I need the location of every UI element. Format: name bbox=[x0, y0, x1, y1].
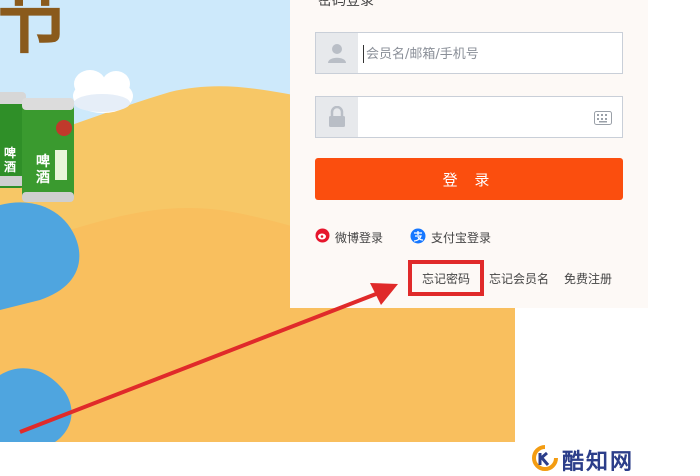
lock-icon bbox=[316, 97, 358, 137]
alipay-login-label: 支付宝登录 bbox=[431, 231, 492, 245]
login-button[interactable]: 登 录 bbox=[315, 158, 623, 200]
highlight-box bbox=[408, 260, 484, 296]
weibo-login-link[interactable]: 微博登录 bbox=[315, 228, 383, 246]
password-input[interactable] bbox=[364, 103, 608, 133]
festival-title: 节 bbox=[0, 0, 70, 64]
login-title: 密码登录 bbox=[318, 0, 374, 9]
alipay-login-link[interactable]: 支付宝登录 bbox=[410, 228, 491, 247]
register-link[interactable]: 免费注册 bbox=[564, 270, 612, 287]
watermark-logo-icon bbox=[532, 445, 558, 475]
keyboard-icon[interactable] bbox=[594, 110, 612, 129]
can-label: 啤酒 bbox=[4, 146, 17, 174]
watermark-text: 酷知网 bbox=[562, 449, 635, 475]
weibo-icon bbox=[315, 228, 330, 246]
weibo-login-label: 微博登录 bbox=[335, 230, 384, 245]
username-field[interactable] bbox=[315, 32, 623, 74]
user-icon bbox=[316, 33, 358, 73]
can-label: 啤酒 bbox=[36, 154, 50, 186]
cloud-icon bbox=[73, 70, 133, 113]
password-field[interactable] bbox=[315, 96, 623, 138]
watermark: 酷知网 bbox=[532, 444, 634, 476]
username-input[interactable] bbox=[364, 39, 608, 69]
alipay-icon bbox=[410, 228, 426, 247]
forgot-member-link[interactable]: 忘记会员名 bbox=[489, 270, 549, 287]
